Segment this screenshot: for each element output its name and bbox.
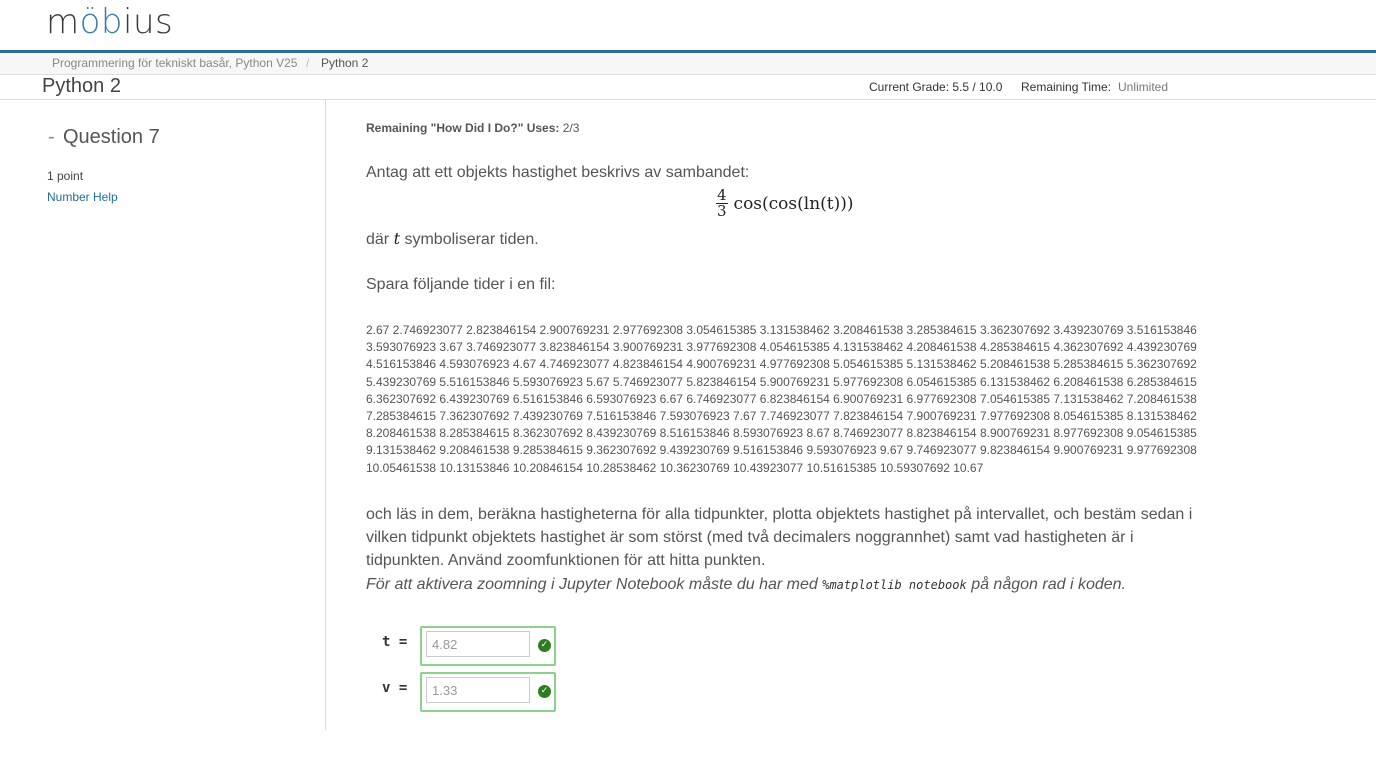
- how-did-i-do-label: Remaining "How Did I Do?" Uses:: [366, 121, 560, 135]
- variable-description-end: symboliserar tiden.: [404, 231, 539, 248]
- save-times-instruction: Spara följande tider i en fil:: [366, 276, 556, 293]
- time-variable: t: [393, 229, 401, 248]
- answer-label-v: v =: [382, 680, 408, 696]
- answer-box-t: ✓: [420, 626, 556, 666]
- zoom-hint-end: på någon rad i koden.: [971, 576, 1126, 593]
- logo-text-accent: öb: [79, 2, 124, 42]
- task-instruction: och läs in dem, beräkna hastigheterna fö…: [366, 506, 1193, 569]
- answer-input-v[interactable]: [426, 677, 530, 703]
- mobius-logo[interactable]: möbius: [46, 2, 173, 42]
- question-content: Remaining "How Did I Do?" Uses: 2/3 Anta…: [326, 100, 1376, 740]
- site-header: möbius: [0, 0, 1376, 50]
- logo-text-start: m: [46, 2, 80, 42]
- velocity-formula: 4 3 cos(cos(ln(t))): [716, 188, 854, 219]
- breadcrumb-separator: /: [306, 56, 310, 70]
- remaining-time-value: Unlimited: [1118, 80, 1169, 94]
- number-help-link[interactable]: Number Help: [47, 190, 118, 204]
- breadcrumb: Programmering för tekniskt basår, Python…: [0, 53, 1376, 75]
- zoom-hint: För att aktivera zoomning i Jupyter Note…: [366, 576, 1126, 594]
- answer-box-v: ✓: [420, 672, 556, 712]
- time-values-list: 2.67 2.746923077 2.823846154 2.900769231…: [366, 323, 1197, 475]
- remaining-time-label: Remaining Time:: [1021, 80, 1112, 94]
- assignment-title-bar: Python 2 Current Grade: 5.5 / 10.0 Remai…: [0, 75, 1376, 100]
- check-circle-icon: ✓: [538, 685, 551, 698]
- variable-description-start: där: [366, 231, 390, 248]
- answer-label-t: t =: [382, 634, 408, 650]
- logo-text-end: ius: [123, 2, 174, 42]
- formula-fraction: 4 3: [716, 188, 728, 219]
- breadcrumb-current: Python 2: [321, 56, 369, 70]
- fraction-denominator: 3: [717, 202, 727, 220]
- page-title: Python 2: [42, 75, 121, 97]
- question-points: 1 point: [47, 169, 84, 183]
- how-did-i-do-value: 2/3: [562, 121, 580, 135]
- how-did-i-do-counter: Remaining "How Did I Do?" Uses: 2/3: [366, 121, 579, 135]
- formula-expression: cos(cos(ln(t))): [733, 193, 854, 214]
- answer-input-t[interactable]: [426, 631, 530, 657]
- question-title: Question 7: [63, 126, 160, 148]
- zoom-hint-code: %matplotlib notebook: [822, 578, 967, 592]
- current-grade: Current Grade: 5.5 / 10.0: [869, 80, 1003, 94]
- check-circle-icon: ✓: [538, 639, 551, 652]
- collapse-question-toggle[interactable]: -: [48, 126, 55, 149]
- zoom-hint-start: För att aktivera zoomning i Jupyter Note…: [366, 576, 818, 593]
- breadcrumb-course-link[interactable]: Programmering för tekniskt basår, Python…: [52, 56, 297, 70]
- variable-description: där t symboliserar tiden.: [366, 229, 539, 249]
- question-intro: Antag att ett objekts hastighet beskrivs…: [366, 164, 750, 181]
- question-sidebar: - Question 7 1 point Number Help: [0, 100, 326, 730]
